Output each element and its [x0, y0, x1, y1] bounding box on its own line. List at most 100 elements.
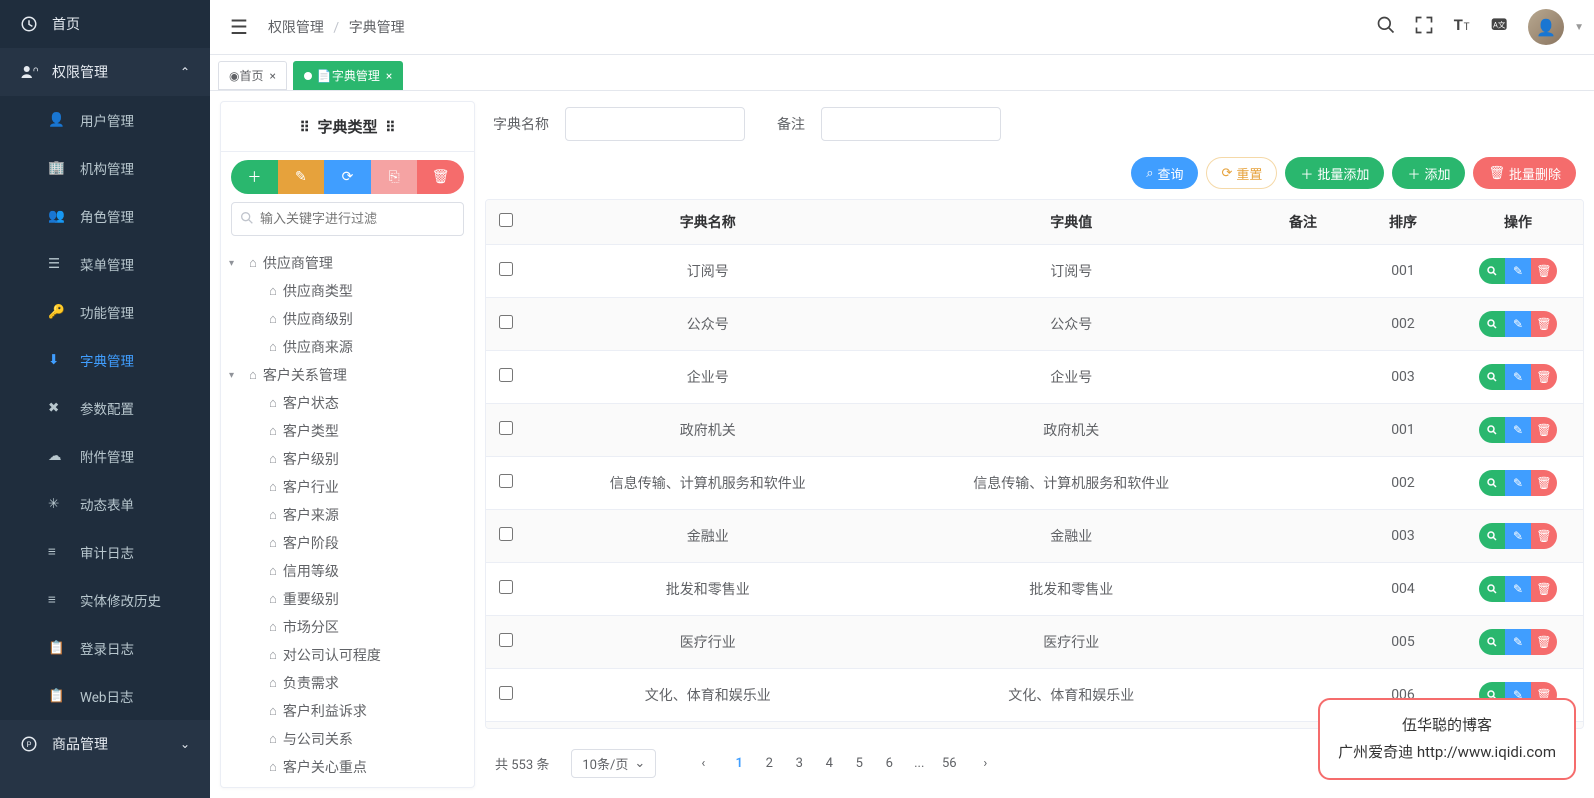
page-4[interactable]: 4	[814, 750, 844, 778]
sidebar-permission[interactable]: 权限管理 ⌃	[0, 48, 210, 96]
close-icon[interactable]: ×	[270, 69, 276, 83]
expand-icon[interactable]: ▾	[229, 258, 243, 269]
search-icon[interactable]	[1376, 15, 1396, 40]
row-checkbox[interactable]	[499, 580, 513, 594]
sidebar-item-1[interactable]: 🏢机构管理	[0, 144, 210, 192]
tree-node-9[interactable]: ⌂客户来源	[229, 501, 466, 529]
tree-node-13[interactable]: ⌂市场分区	[229, 613, 466, 641]
row-checkbox[interactable]	[499, 474, 513, 488]
prev-page-button[interactable]: ‹	[688, 750, 718, 778]
select-all-checkbox[interactable]	[499, 213, 513, 227]
sidebar-item-11[interactable]: 📋登录日志	[0, 624, 210, 672]
row-view-button[interactable]	[1479, 364, 1505, 390]
tree-node-2[interactable]: ⌂供应商级别	[229, 305, 466, 333]
reset-button[interactable]: ⟳重置	[1206, 157, 1277, 189]
row-delete-button[interactable]: 🗑	[1531, 311, 1557, 337]
page-3[interactable]: 3	[784, 750, 814, 778]
row-view-button[interactable]	[1479, 417, 1505, 443]
translate-icon[interactable]: A文	[1490, 15, 1510, 40]
tree-node-7[interactable]: ⌂客户级别	[229, 445, 466, 473]
sidebar-item-9[interactable]: ≡审计日志	[0, 528, 210, 576]
remark-input[interactable]	[821, 107, 1001, 141]
tree-copy-button[interactable]: ⎘	[371, 160, 418, 194]
row-checkbox[interactable]	[499, 368, 513, 382]
tree-node-18[interactable]: ⌂客户关心重点	[229, 753, 466, 781]
query-button[interactable]: ⌕查询	[1131, 157, 1198, 189]
tree-node-11[interactable]: ⌂信用等级	[229, 557, 466, 585]
tree-node-12[interactable]: ⌂重要级别	[229, 585, 466, 613]
batch-delete-button[interactable]: 🗑批量删除	[1473, 157, 1576, 189]
avatar-dropdown-icon[interactable]: ▼	[1574, 22, 1584, 33]
row-edit-button[interactable]: ✎	[1505, 364, 1531, 390]
sidebar-item-10[interactable]: ≡实体修改历史	[0, 576, 210, 624]
tree-node-3[interactable]: ⌂供应商来源	[229, 333, 466, 361]
row-checkbox[interactable]	[499, 527, 513, 541]
row-edit-button[interactable]: ✎	[1505, 258, 1531, 284]
dict-name-input[interactable]	[565, 107, 745, 141]
row-edit-button[interactable]: ✎	[1505, 470, 1531, 496]
row-checkbox[interactable]	[499, 633, 513, 647]
page-56[interactable]: 56	[934, 750, 964, 778]
row-view-button[interactable]	[1479, 523, 1505, 549]
sidebar-item-7[interactable]: ☁附件管理	[0, 432, 210, 480]
page-1[interactable]: 1	[724, 750, 754, 778]
row-delete-button[interactable]: 🗑	[1531, 417, 1557, 443]
tree-delete-button[interactable]: 🗑	[417, 160, 464, 194]
tree-node-10[interactable]: ⌂客户阶段	[229, 529, 466, 557]
fullscreen-icon[interactable]	[1414, 15, 1434, 40]
sidebar-home[interactable]: 首页	[0, 0, 210, 48]
page-5[interactable]: 5	[844, 750, 874, 778]
tab-1[interactable]: 📄字典管理×	[293, 61, 403, 90]
batch-add-button[interactable]: ＋批量添加	[1285, 157, 1384, 189]
tree-node-8[interactable]: ⌂客户行业	[229, 473, 466, 501]
tree-refresh-button[interactable]: ⟳	[324, 160, 371, 194]
page-size-select[interactable]: 10条/页⌄	[571, 749, 656, 778]
tree-node-1[interactable]: ⌂供应商类型	[229, 277, 466, 305]
tree-search-input[interactable]	[231, 202, 464, 236]
row-checkbox[interactable]	[499, 315, 513, 329]
tree-node-16[interactable]: ⌂客户利益诉求	[229, 697, 466, 725]
row-view-button[interactable]	[1479, 629, 1505, 655]
sidebar-goods[interactable]: P 商品管理 ⌄	[0, 720, 210, 768]
tree-node-14[interactable]: ⌂对公司认可程度	[229, 641, 466, 669]
tree-edit-button[interactable]: ✎	[278, 160, 325, 194]
page-6[interactable]: 6	[874, 750, 904, 778]
tree-node-0[interactable]: ▾⌂供应商管理	[229, 249, 466, 277]
sidebar-item-4[interactable]: 🔑功能管理	[0, 288, 210, 336]
tree-node-5[interactable]: ⌂客户状态	[229, 389, 466, 417]
row-delete-button[interactable]: 🗑	[1531, 576, 1557, 602]
row-edit-button[interactable]: ✎	[1505, 576, 1531, 602]
tab-0[interactable]: ◉ 首页×	[218, 61, 287, 90]
row-view-button[interactable]	[1479, 576, 1505, 602]
row-delete-button[interactable]: 🗑	[1531, 364, 1557, 390]
tree-add-button[interactable]: ＋	[231, 160, 278, 194]
row-delete-button[interactable]: 🗑	[1531, 629, 1557, 655]
sidebar-item-8[interactable]: ✳动态表单	[0, 480, 210, 528]
row-edit-button[interactable]: ✎	[1505, 629, 1531, 655]
row-delete-button[interactable]: 🗑	[1531, 258, 1557, 284]
user-avatar[interactable]: 👤	[1528, 9, 1564, 45]
sidebar-item-12[interactable]: 📋Web日志	[0, 672, 210, 720]
breadcrumb-permission[interactable]: 权限管理	[268, 20, 324, 36]
tree-node-6[interactable]: ⌂客户类型	[229, 417, 466, 445]
sidebar-item-6[interactable]: ✖参数配置	[0, 384, 210, 432]
next-page-button[interactable]: ›	[970, 750, 1000, 778]
row-delete-button[interactable]: 🗑	[1531, 470, 1557, 496]
row-edit-button[interactable]: ✎	[1505, 311, 1531, 337]
tree-node-15[interactable]: ⌂负责需求	[229, 669, 466, 697]
add-button[interactable]: ＋添加	[1392, 157, 1465, 189]
tree-node-19[interactable]: ⌂婚姻状况	[229, 781, 466, 787]
expand-icon[interactable]: ▾	[229, 370, 243, 381]
page-2[interactable]: 2	[754, 750, 784, 778]
hamburger-collapse-icon[interactable]: ☰	[230, 15, 248, 39]
row-edit-button[interactable]: ✎	[1505, 523, 1531, 549]
tree-node-17[interactable]: ⌂与公司关系	[229, 725, 466, 753]
row-checkbox[interactable]	[499, 262, 513, 276]
close-icon[interactable]: ×	[386, 69, 392, 83]
row-view-button[interactable]	[1479, 311, 1505, 337]
row-edit-button[interactable]: ✎	[1505, 417, 1531, 443]
row-view-button[interactable]	[1479, 258, 1505, 284]
row-delete-button[interactable]: 🗑	[1531, 523, 1557, 549]
sidebar-item-2[interactable]: 👥角色管理	[0, 192, 210, 240]
row-view-button[interactable]	[1479, 470, 1505, 496]
